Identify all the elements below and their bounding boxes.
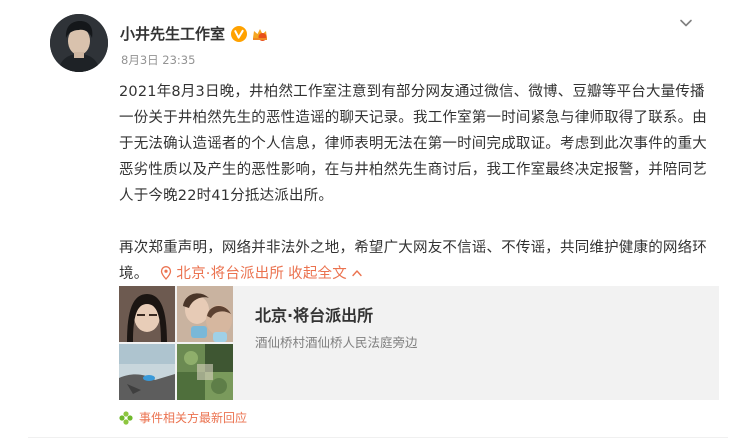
author-avatar[interactable] (50, 14, 108, 72)
collapse-label: 收起全文 (288, 266, 347, 282)
place-card[interactable]: 北京·将台派出所 酒仙桥村酒仙桥人民法庭旁边 (119, 286, 719, 400)
collapse-full-text-link[interactable]: 收起全文 (288, 266, 363, 282)
chevron-down-icon[interactable] (677, 14, 695, 32)
avatar-photo (50, 14, 108, 72)
location-link-label: 北京·将台派出所 (176, 266, 285, 282)
chevron-up-icon (352, 270, 362, 277)
place-thumbnails (119, 286, 235, 400)
place-photo-1 (119, 286, 175, 342)
related-responses-link[interactable]: 事件相关方最新回应 (119, 409, 247, 426)
place-card-address: 酒仙桥村酒仙桥人民法庭旁边 (255, 335, 418, 350)
related-responses-label: 事件相关方最新回应 (139, 411, 248, 425)
post-timestamp[interactable]: 8月3日 23:35 (121, 52, 195, 68)
place-photo-4 (177, 344, 233, 400)
location-pin-icon (161, 266, 172, 280)
divider (28, 437, 728, 438)
place-card-title: 北京·将台派出所 (255, 306, 374, 325)
post-paragraph: 2021年8月3日晚，井柏然工作室注意到有部分网友通过微信、微博、豆瓣等平台大量… (119, 84, 707, 204)
post-paragraph-last: 再次郑重声明，网络并非法外之地，希望广大网友不信谣、不传谣，共同维护健康的网络环… (119, 235, 719, 287)
post-body: 2021年8月3日晚，井柏然工作室注意到有部分网友通过微信、微博、豆瓣等平台大量… (119, 79, 719, 287)
author-name[interactable]: 小井先生工作室 (120, 23, 225, 44)
place-photo-3 (119, 344, 175, 400)
member-badge-icon (251, 26, 269, 42)
verified-badge-icon (231, 25, 248, 42)
place-photo-2 (177, 286, 233, 342)
author-name-row: 小井先生工作室 (120, 23, 269, 44)
pinwheel-icon (119, 410, 133, 425)
location-link[interactable]: 北京·将台派出所 (160, 266, 284, 282)
